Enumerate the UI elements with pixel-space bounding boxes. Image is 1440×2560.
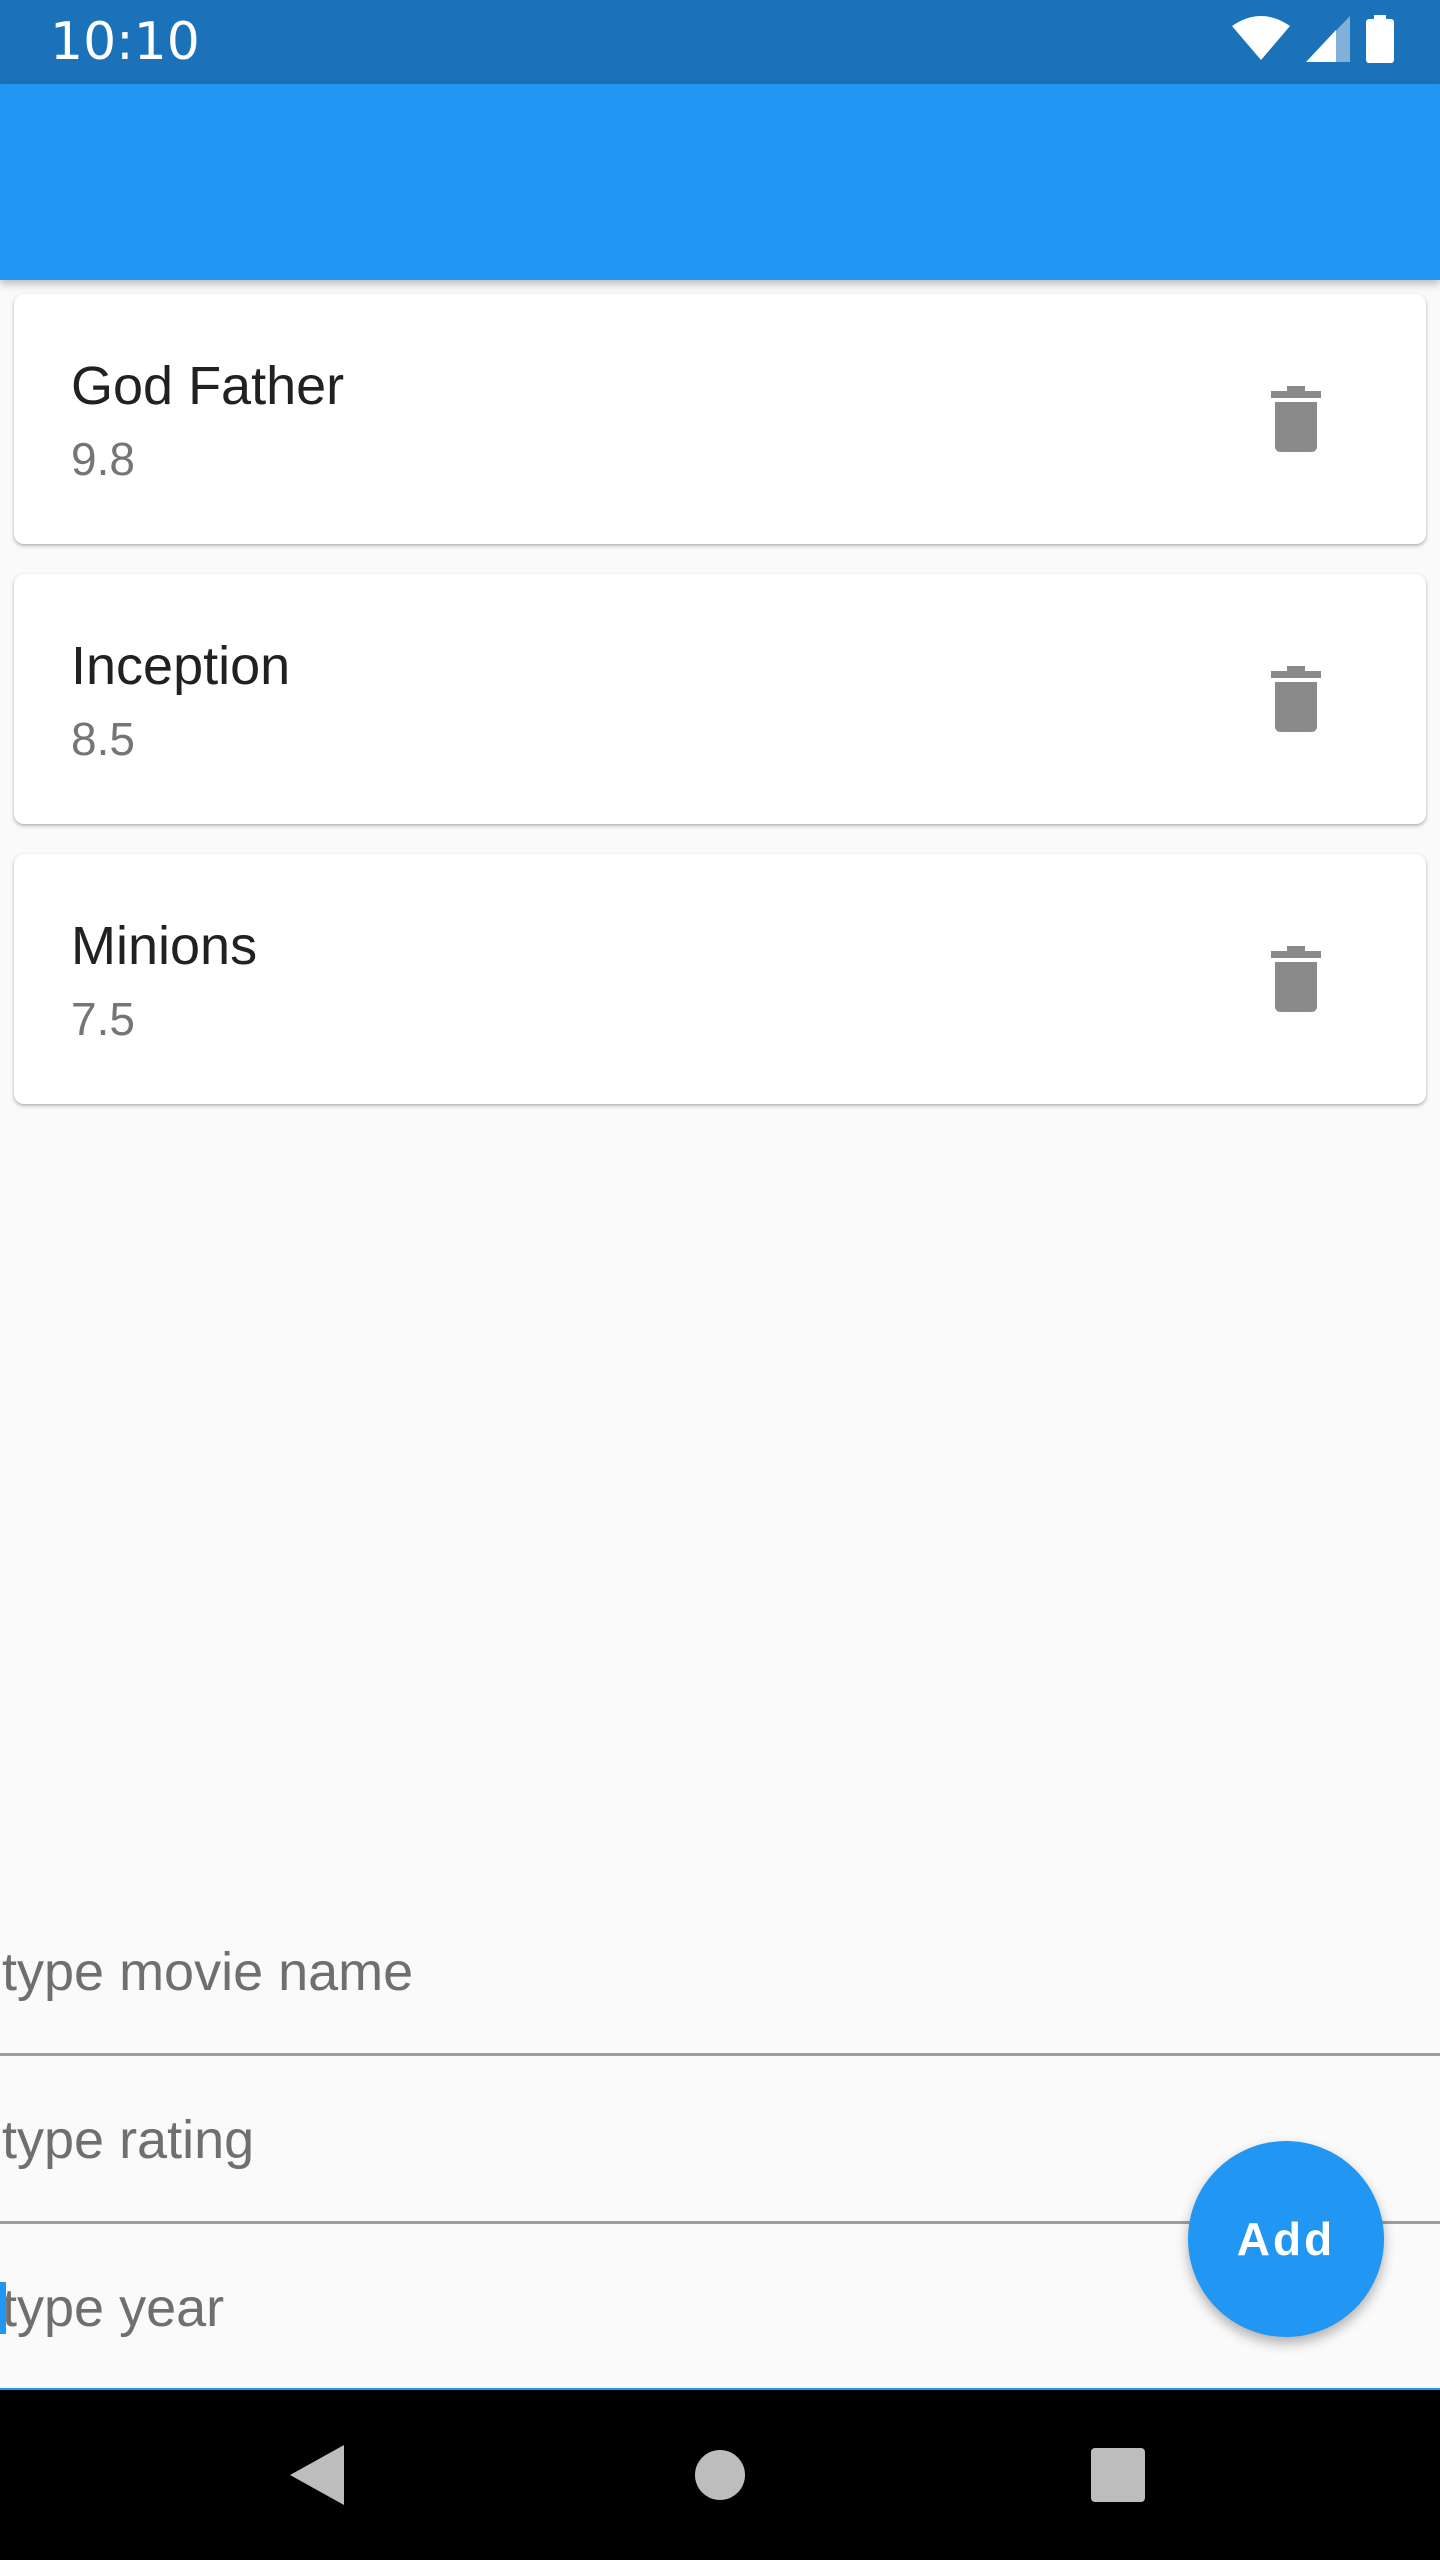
movie-card[interactable]: God Father 9.8 [14,294,1426,544]
app-screen: 10:10 God Father 9.8 Inception 8.5 Minio… [0,0,1440,2560]
status-time: 10:10 [50,12,200,72]
trash-icon [1271,666,1321,732]
status-icons [1232,14,1394,68]
trash-icon [1271,386,1321,452]
delete-button[interactable] [1256,659,1336,739]
movie-list: God Father 9.8 Inception 8.5 Minions 7.5 [14,294,1426,1134]
text-cursor [0,2282,6,2334]
delete-button[interactable] [1256,379,1336,459]
home-icon [695,2450,745,2500]
movie-card[interactable]: Inception 8.5 [14,574,1426,824]
movie-rating: 7.5 [71,993,135,1045]
status-bar: 10:10 [0,0,1440,84]
movie-rating: 8.5 [71,713,135,765]
trash-icon [1271,946,1321,1012]
movie-rating: 9.8 [71,433,135,485]
navigation-bar [0,2390,1440,2560]
movie-name: Inception [71,636,291,696]
recents-button[interactable] [1033,2390,1203,2560]
movie-name: God Father [71,356,345,416]
wifi-icon [1232,15,1290,67]
delete-button[interactable] [1256,939,1336,1019]
battery-icon [1366,14,1394,68]
app-bar [0,84,1440,280]
movie-name: Minions [71,916,258,976]
cell-signal-icon [1306,15,1350,67]
movie-card[interactable]: Minions 7.5 [14,854,1426,1104]
field-underline [0,2053,1440,2056]
add-button[interactable]: Add [1188,2141,1384,2337]
movie-name-input[interactable] [0,1890,1440,2054]
back-icon [290,2445,344,2505]
movie-name-field [0,1890,1440,2056]
home-button[interactable] [635,2390,805,2560]
back-button[interactable] [232,2390,402,2560]
recents-icon [1091,2448,1145,2502]
